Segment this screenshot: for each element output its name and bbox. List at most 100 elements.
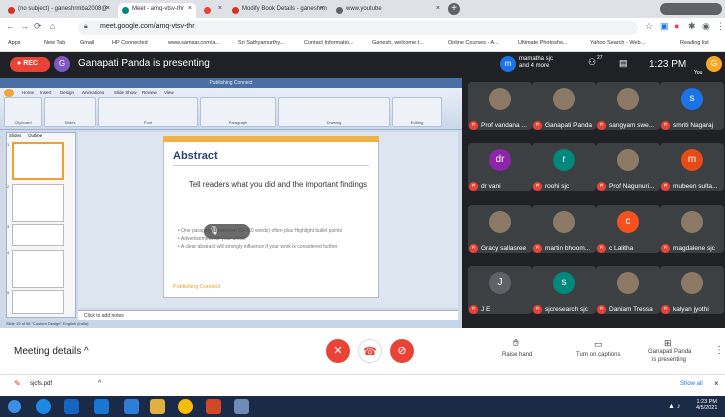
slide-bullet: • One paragraph (between 50-250 words) o… <box>178 228 343 234</box>
people-icon[interactable]: ⚇ <box>588 57 596 68</box>
rec-label: REC <box>23 60 38 67</box>
profile-avatar-icon[interactable]: ◉ <box>702 21 710 32</box>
ribbon-tab-animations[interactable]: Animations <box>82 90 104 95</box>
folder-icon[interactable] <box>150 399 165 414</box>
ribbon-tab-design[interactable]: Design <box>60 90 74 95</box>
ribbon-group-clipboard: Clipboard <box>4 97 42 127</box>
muted-mic-icon: ✕ <box>597 244 606 253</box>
word-icon[interactable] <box>124 399 139 414</box>
close-icon[interactable]: × <box>218 5 222 12</box>
mic-toggle-button[interactable]: ✕ <box>326 339 350 363</box>
muted-mic-icon: ✕ <box>661 244 670 253</box>
close-icon[interactable]: × <box>436 5 440 12</box>
download-filename[interactable]: sjcfs.pdf <box>30 381 52 387</box>
reload-icon[interactable]: ⟳ <box>34 21 42 32</box>
extension-icon[interactable]: ▣ <box>660 21 669 32</box>
ribbon-tab-slideshow[interactable]: Slide Show <box>114 90 137 95</box>
forward-icon[interactable]: → <box>20 21 29 31</box>
bookmark-gmail[interactable]: Gmail <box>80 40 94 46</box>
close-icon[interactable]: × <box>106 5 110 12</box>
presenter-overlay-pill: 🎙︎ <box>204 224 250 239</box>
ribbon-group-editing: Editing <box>392 97 442 127</box>
ribbon-tab-view[interactable]: View <box>164 90 174 95</box>
leave-call-button[interactable]: ☎︎ <box>358 339 382 363</box>
tray-icons[interactable]: ▲ ♪ <box>668 403 680 410</box>
extension-icon[interactable]: ● <box>674 21 679 31</box>
bookmark-yahoo[interactable]: Yahoo Search - Web... <box>590 40 645 46</box>
slide-thumbnail[interactable] <box>12 184 64 222</box>
camera-toggle-button[interactable]: ⊘ <box>390 339 414 363</box>
bookmark-contact[interactable]: Contact Informatio... <box>304 40 354 46</box>
meeting-details-button[interactable]: Meeting details ^ <box>14 346 89 357</box>
slide-thumbnail[interactable] <box>12 142 64 180</box>
close-icon[interactable]: × <box>188 5 192 12</box>
chrome-icon[interactable] <box>178 399 193 414</box>
edge-icon[interactable] <box>64 399 79 414</box>
chat-icon[interactable]: ▤ <box>619 58 628 69</box>
bookmark-samsar[interactable]: www.samsar.com/a... <box>168 40 220 46</box>
participant-summary[interactable]: mamatha sjc and 4 more <box>519 56 553 70</box>
back-icon[interactable]: ← <box>6 21 15 31</box>
bookmark-photoshop[interactable]: Ultimate Photosho... <box>518 40 568 46</box>
tab-label: (no subject) - ganeshrmba2008@ <box>18 6 108 12</box>
bookmark-ganesh[interactable]: Ganesh, welcome t... <box>372 40 424 46</box>
thumb-number: 1 <box>7 142 10 147</box>
ppt-title-bar: Publishing Connect <box>0 78 462 88</box>
recording-badge: ● REC <box>10 57 50 72</box>
self-avatar[interactable]: G <box>706 56 722 72</box>
ribbon-tab-review[interactable]: Review <box>142 90 157 95</box>
pane-tab-slides[interactable]: Slides <box>9 133 21 138</box>
profile-chip[interactable] <box>660 3 722 15</box>
office-button-icon[interactable] <box>4 89 14 97</box>
taskbar-clock[interactable]: 1:23 PM 4/5/2021 <box>696 399 717 411</box>
close-icon[interactable]: × <box>714 379 719 388</box>
bookmark-apps[interactable]: Apps <box>8 40 21 46</box>
star-icon[interactable]: ☆ <box>645 21 653 32</box>
participant-name: sjcresearch sjc <box>545 306 588 313</box>
reading-list[interactable]: Reading list <box>680 40 709 46</box>
home-icon[interactable]: ⌂ <box>50 21 55 31</box>
puzzle-icon[interactable]: ✱ <box>688 21 696 32</box>
slide-divider <box>173 165 369 166</box>
ie-icon[interactable] <box>36 399 51 414</box>
captions-icon[interactable]: ▭ <box>594 339 603 350</box>
captions-label[interactable]: Turn on captions <box>576 352 620 358</box>
slide-thumbnail[interactable] <box>12 224 64 246</box>
tab-meet[interactable]: Meet - amq-vtsv-thr × <box>118 3 196 18</box>
tab-gmail[interactable]: (no subject) - ganeshrmba2008@ × <box>4 3 114 18</box>
slide-notes[interactable]: Click to add notes <box>78 310 458 320</box>
participant-avatar <box>617 272 639 294</box>
powerpoint-icon[interactable] <box>206 399 221 414</box>
hand-icon[interactable]: ✋︎ <box>513 338 519 349</box>
show-all-button[interactable]: Show all <box>680 381 703 387</box>
participant-summary-name: mamatha sjc <box>519 56 554 62</box>
media-icon[interactable] <box>94 399 109 414</box>
address-bar[interactable]: meet.google.com/amq-vtsv-thr <box>78 21 638 35</box>
thumb-number: 2 <box>7 184 10 189</box>
new-tab-button[interactable]: + <box>448 3 460 15</box>
group-label: Clipboard <box>14 120 32 125</box>
present-icon[interactable]: ⊞ <box>664 338 672 349</box>
more-options-icon[interactable]: ⋮ <box>714 345 724 356</box>
slide-thumbnail[interactable] <box>12 290 64 314</box>
bookmark-sathyamurthy[interactable]: Sri Sathyamurthy... <box>238 40 284 46</box>
tab-label: Meet - amq-vtsv-thr <box>132 6 185 12</box>
bookmark-newtab[interactable]: New Tab <box>44 40 65 46</box>
participant-avatar: r <box>553 149 575 171</box>
close-icon[interactable]: × <box>320 5 324 12</box>
start-icon[interactable] <box>8 400 21 413</box>
pane-tab-outline[interactable]: Outline <box>28 133 42 138</box>
ribbon-tab-home[interactable]: Home <box>22 90 34 95</box>
chevron-up-icon[interactable]: ^ <box>98 380 101 387</box>
ribbon-tab-insert[interactable]: Insert <box>40 90 51 95</box>
bookmark-courses[interactable]: Online Courses - A... <box>448 40 499 46</box>
tab-modify-book[interactable]: Modify Book Details - ganeshrm × <box>228 3 328 18</box>
menu-icon[interactable]: ⋮ <box>716 21 725 32</box>
tab-recording[interactable]: × <box>200 3 226 18</box>
muted-mic-icon: ✕ <box>661 121 670 130</box>
slide-thumbnail[interactable] <box>12 250 64 288</box>
bookmark-hp[interactable]: HP Connected <box>112 40 148 46</box>
tab-youtube[interactable]: www.youtube × <box>332 3 444 18</box>
raise-hand-label[interactable]: Raise hand <box>502 352 532 358</box>
app-icon[interactable] <box>234 399 249 414</box>
